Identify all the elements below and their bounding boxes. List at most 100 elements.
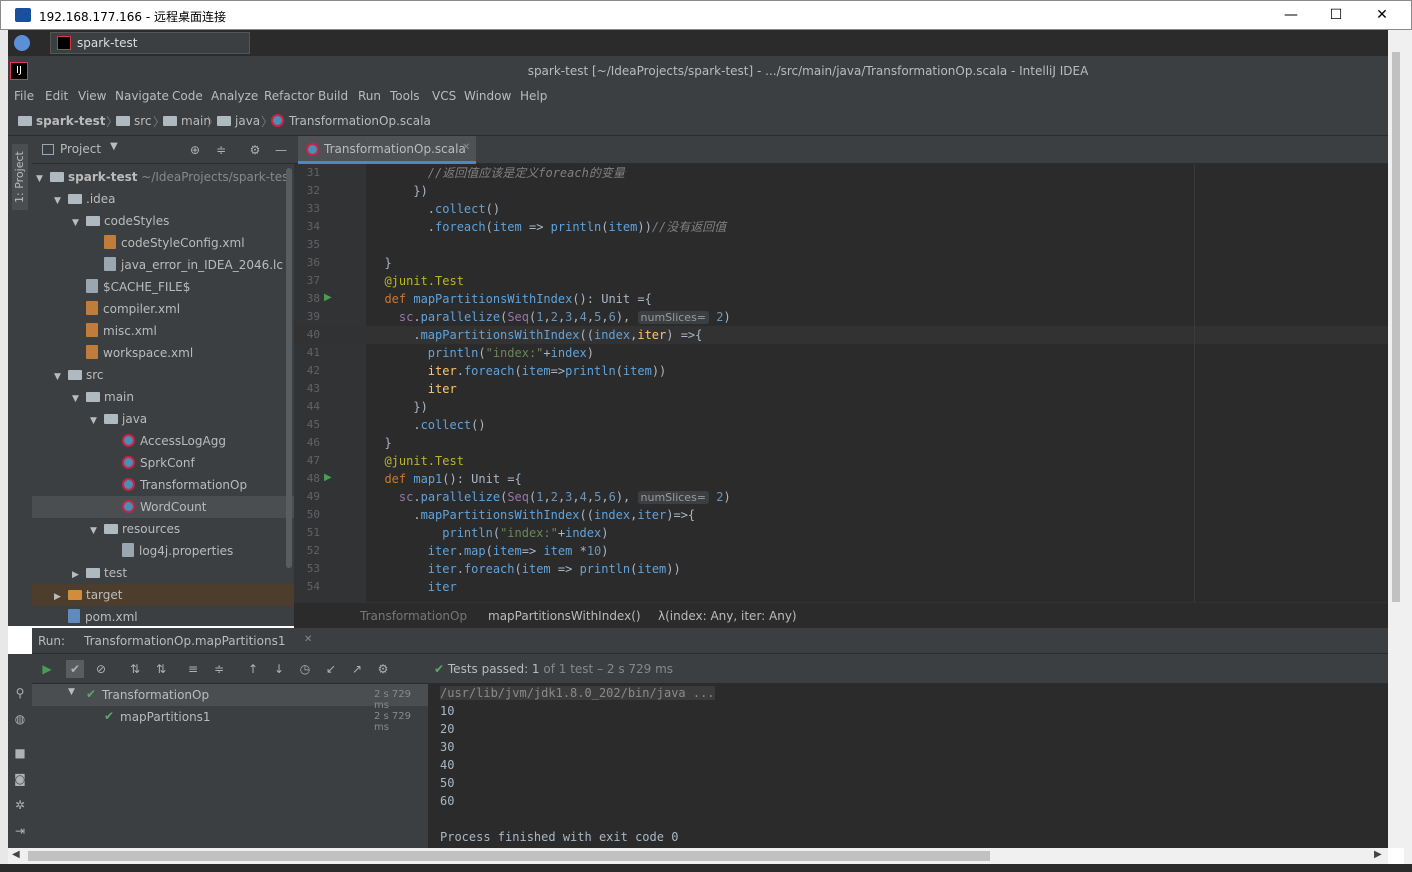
sort-alpha-icon[interactable]: ⇅	[126, 660, 144, 678]
stop-icon[interactable]: ■	[11, 744, 29, 762]
tree-item[interactable]: ▼ .idea	[32, 188, 294, 210]
expand-arrow-icon[interactable]: ▼	[54, 366, 68, 386]
editor-breadcrumb-item[interactable]: mapPartitionsWithIndex()	[488, 609, 641, 623]
expand-arrow-icon[interactable]: ▼	[90, 410, 104, 430]
console-output[interactable]: /usr/lib/jvm/jdk1.8.0_202/bin/java ... 10…	[430, 684, 1388, 848]
gear-icon[interactable]: ⚙	[374, 660, 392, 678]
breadcrumb-item[interactable]: spark-test	[18, 114, 105, 128]
expand-arrow-icon[interactable]: ▼	[72, 212, 86, 232]
chevron-down-icon[interactable]: ▼	[110, 141, 118, 152]
menu-item-analyze[interactable]: Analyze	[211, 89, 258, 103]
expand-arrow-icon[interactable]: ▼	[54, 190, 68, 210]
tree-item[interactable]: ▼ java	[32, 408, 294, 430]
settings-icon[interactable]: ✲	[11, 796, 29, 814]
project-view-selector[interactable]: Project	[60, 142, 101, 156]
scrollbar-thumb[interactable]	[28, 851, 990, 861]
tree-item[interactable]: misc.xml	[32, 320, 294, 342]
test-row[interactable]: ✔ mapPartitions1 2 s 729 ms	[32, 706, 428, 733]
gear-icon[interactable]: ⚙	[246, 141, 264, 159]
horizontal-scrollbar[interactable]: ◀ ▶	[8, 848, 1388, 864]
maximize-button[interactable]: ☐	[1326, 5, 1346, 25]
breadcrumb-item[interactable]: main	[163, 114, 211, 128]
export-icon[interactable]: ↗	[348, 660, 366, 678]
tree-item[interactable]: ▼ resources	[32, 518, 294, 540]
expand-arrow-icon[interactable]: ▼	[68, 687, 75, 697]
up-icon[interactable]: ↑	[244, 660, 262, 678]
sort-duration-icon[interactable]: ⇅	[152, 660, 170, 678]
vertical-scrollbar[interactable]	[1388, 30, 1404, 848]
down-icon[interactable]: ↓	[270, 660, 288, 678]
tree-item[interactable]: log4j.properties	[32, 540, 294, 562]
close-icon[interactable]: ✕	[462, 142, 470, 153]
tree-item[interactable]: java_error_in_IDEA_2046.lc	[32, 254, 294, 276]
tree-item[interactable]: ▼ main	[32, 386, 294, 408]
show-ignored-icon[interactable]: ⊘	[92, 660, 110, 678]
expand-arrow-icon[interactable]: ▼	[72, 388, 86, 408]
menu-item-refactor[interactable]: Refactor	[264, 89, 314, 103]
test-row[interactable]: ▼ ✔ TransformationOp 2 s 729 ms	[32, 684, 428, 711]
menu-item-edit[interactable]: Edit	[45, 89, 68, 103]
start-menu-icon[interactable]	[14, 35, 30, 51]
tree-item[interactable]: workspace.xml	[32, 342, 294, 364]
tree-item[interactable]: ▶ target	[32, 584, 294, 606]
run-gutter-icon[interactable]: ▶	[324, 472, 332, 483]
breadcrumb-item[interactable]: src	[116, 114, 152, 128]
scrollbar-thumb[interactable]	[1392, 52, 1400, 602]
breadcrumb-item[interactable]: TransformationOp.scala	[271, 114, 431, 128]
menu-item-navigate[interactable]: Navigate	[115, 89, 169, 103]
camera-icon[interactable]: ◙	[11, 770, 29, 788]
tree-item[interactable]: SprkConf	[32, 452, 294, 474]
show-passed-icon[interactable]: ✔	[66, 660, 84, 678]
expand-all-icon[interactable]: ≡	[184, 660, 202, 678]
scroll-left-icon[interactable]: ◀	[12, 849, 20, 860]
close-icon[interactable]: ✕	[304, 634, 312, 645]
expand-arrow-icon[interactable]: ▶	[72, 564, 86, 584]
menu-item-vcs[interactable]: VCS	[432, 89, 456, 103]
collapse-all-icon[interactable]: ≑	[210, 660, 228, 678]
tree-item[interactable]: ▼ src	[32, 364, 294, 386]
rerun-icon[interactable]: ▶	[38, 660, 56, 678]
run-tab-label[interactable]: TransformationOp.mapPartitions1	[84, 634, 285, 648]
breadcrumb-item[interactable]: java	[217, 114, 260, 128]
import-icon[interactable]: ↙	[322, 660, 340, 678]
tree-item[interactable]: ▶ test	[32, 562, 294, 584]
menu-item-view[interactable]: View	[78, 89, 106, 103]
tree-item[interactable]: AccessLogAgg	[32, 430, 294, 452]
run-gutter-icon[interactable]: ▶	[324, 292, 332, 303]
tree-item[interactable]: codeStyleConfig.xml	[32, 232, 294, 254]
menu-item-help[interactable]: Help	[520, 89, 547, 103]
project-scrollbar[interactable]	[286, 168, 292, 568]
code-editor[interactable]: 31 //返回值应该是定义foreach的变量 32 }) 33 .collect(…	[294, 164, 1388, 602]
tree-item[interactable]: ▼ spark-test ~/IdeaProjects/spark-tes	[32, 166, 294, 188]
debug-icon[interactable]: ⚲	[11, 684, 29, 702]
tree-item[interactable]: WordCount	[32, 496, 294, 518]
menu-item-run[interactable]: Run	[358, 89, 381, 103]
menu-item-build[interactable]: Build	[318, 89, 348, 103]
menu-item-file[interactable]: File	[14, 89, 34, 103]
tree-item[interactable]: pom.xml	[32, 606, 294, 626]
editor-breadcrumb-item[interactable]: TransformationOp	[360, 609, 467, 623]
editor-tab[interactable]: TransformationOp.scala ✕	[298, 136, 476, 164]
tree-item[interactable]: ▼ codeStyles	[32, 210, 294, 232]
editor-breadcrumb-item[interactable]: λ(index: Any, iter: Any)	[658, 609, 797, 623]
tree-item[interactable]: TransformationOp	[32, 474, 294, 496]
expand-arrow-icon[interactable]: ▶	[54, 586, 68, 606]
tree-item[interactable]: compiler.xml	[32, 298, 294, 320]
locate-icon[interactable]: ⊕	[186, 141, 204, 159]
expand-arrow-icon[interactable]: ▼	[90, 520, 104, 540]
menu-item-tools[interactable]: Tools	[390, 89, 420, 103]
menu-item-window[interactable]: Window	[464, 89, 511, 103]
collapse-all-icon[interactable]: ≑	[212, 141, 230, 159]
exit-icon[interactable]: ⇥	[11, 822, 29, 840]
scroll-right-icon[interactable]: ▶	[1374, 849, 1382, 860]
expand-arrow-icon[interactable]: ▼	[36, 168, 50, 188]
taskbar-window-tab[interactable]: spark-test [~/IdeaProjects/sp...	[50, 32, 250, 70]
menu-item-code[interactable]: Code	[172, 89, 203, 103]
hide-icon[interactable]: —	[272, 141, 290, 159]
history-icon[interactable]: ◷	[296, 660, 314, 678]
close-button[interactable]: ✕	[1372, 5, 1392, 25]
project-tool-tab[interactable]: 1: Project	[12, 144, 28, 210]
tree-item[interactable]: $CACHE_FILE$	[32, 276, 294, 298]
minimize-button[interactable]: —	[1281, 5, 1301, 25]
dump-threads-icon[interactable]: ◍	[11, 710, 29, 728]
